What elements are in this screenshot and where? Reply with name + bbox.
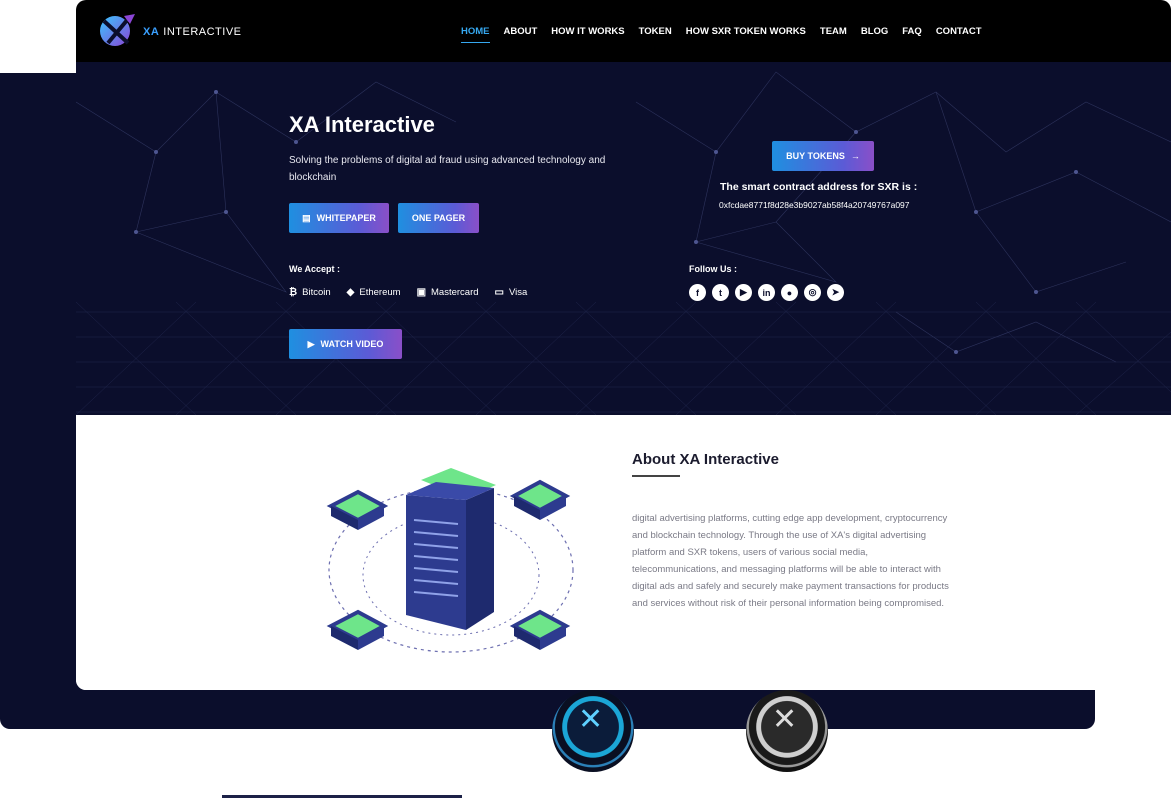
instagram-icon[interactable]: ◎	[804, 284, 821, 301]
document-icon: ▤	[302, 212, 311, 223]
nav-blog[interactable]: BLOG	[861, 26, 888, 37]
visa-icon: ▭	[494, 287, 504, 298]
reddit-icon[interactable]: ●	[781, 284, 798, 301]
mastercard-icon: ▣	[416, 287, 427, 298]
whitepaper-label: WHITEPAPER	[316, 213, 376, 223]
brand-word: INTERACTIVE	[163, 26, 242, 38]
social-links: f t ▶ in ● ◎ ➤	[689, 284, 844, 301]
play-icon: ▶	[307, 338, 315, 349]
network-background	[76, 71, 1171, 415]
hero-title: XA Interactive	[289, 112, 435, 137]
payment-bitcoin: ₿ Bitcoin	[289, 287, 331, 298]
contract-title: The smart contract address for SXR is :	[720, 181, 918, 193]
we-accept-label: We Accept :	[289, 264, 341, 274]
twitter-icon[interactable]: t	[712, 284, 729, 301]
watch-video-button[interactable]: ▶ WATCH VIDEO	[289, 329, 402, 359]
nav-home[interactable]: HOME	[461, 26, 490, 43]
one-pager-button[interactable]: ONE PAGER	[398, 203, 479, 233]
telegram-icon[interactable]: ➤	[827, 284, 844, 301]
bitcoin-icon: ₿	[289, 287, 298, 298]
xa-logo-icon[interactable]	[98, 13, 136, 47]
contract-address: 0xfcdae8771f8d28e3b9027ab58f4a20749767a0…	[719, 200, 910, 210]
payment-visa: ▭ Visa	[495, 287, 528, 298]
brand-name[interactable]: XA INTERACTIVE	[143, 26, 242, 38]
arrow-right-icon: →	[850, 151, 860, 161]
buy-tokens-button[interactable]: BUY TOKENS →	[772, 141, 874, 171]
payment-mastercard-label: Mastercard	[431, 287, 479, 298]
youtube-icon[interactable]: ▶	[735, 284, 752, 301]
payment-ethereum-label: Ethereum	[359, 287, 401, 298]
nav-token[interactable]: TOKEN	[639, 26, 672, 37]
nav-how-it-works[interactable]: HOW IT WORKS	[551, 26, 624, 37]
follow-us-label: Follow Us :	[689, 264, 737, 274]
about-title-underline	[632, 475, 680, 477]
about-title: About XA Interactive	[632, 451, 779, 468]
server-network-illustration	[326, 468, 574, 653]
navbar: XA INTERACTIVE HOME ABOUT HOW IT WORKS TO…	[76, 0, 1171, 62]
hero-subtitle: Solving the problems of digital ad fraud…	[289, 155, 606, 183]
payment-bitcoin-label: Bitcoin	[302, 287, 331, 298]
xa-coin-color-icon: ✕	[552, 690, 634, 772]
whitepaper-button[interactable]: ▤ WHITEPAPER	[289, 203, 389, 233]
one-pager-label: ONE PAGER	[411, 213, 466, 223]
about-section: About XA Interactive digital advertising…	[76, 415, 1171, 690]
ethereum-icon: ◆	[346, 287, 355, 298]
brand-mark: XA	[143, 26, 160, 38]
nav-faq[interactable]: FAQ	[902, 26, 922, 37]
nav-team[interactable]: TEAM	[820, 26, 847, 37]
payment-ethereum: ◆ Ethereum	[347, 287, 401, 298]
linkedin-icon[interactable]: in	[758, 284, 775, 301]
buy-tokens-label: BUY TOKENS	[786, 151, 845, 161]
website-window: XA INTERACTIVE HOME ABOUT HOW IT WORKS TO…	[76, 0, 1171, 690]
background-page-text: and the investor can accept or decline a…	[222, 772, 542, 788]
hero-section: XA Interactive Solving the problems of d…	[76, 62, 1171, 415]
nav-contact[interactable]: CONTACT	[936, 26, 982, 37]
watch-video-label: WATCH VIDEO	[320, 339, 384, 349]
facebook-icon[interactable]: f	[689, 284, 706, 301]
payment-methods: ₿ Bitcoin ◆ Ethereum ▣ Mastercard ▭ Visa	[289, 287, 527, 298]
main-nav: HOME ABOUT HOW IT WORKS TOKEN HOW SXR TO…	[461, 26, 982, 43]
payment-visa-label: Visa	[508, 287, 528, 298]
nav-how-sxr-token-works[interactable]: HOW SXR TOKEN WORKS	[686, 26, 806, 37]
payment-mastercard: ▣ Mastercard	[417, 287, 479, 298]
xa-coin-silver-icon: ✕	[746, 690, 828, 772]
about-text: digital advertising platforms, cutting e…	[632, 513, 949, 609]
nav-about[interactable]: ABOUT	[504, 26, 538, 37]
